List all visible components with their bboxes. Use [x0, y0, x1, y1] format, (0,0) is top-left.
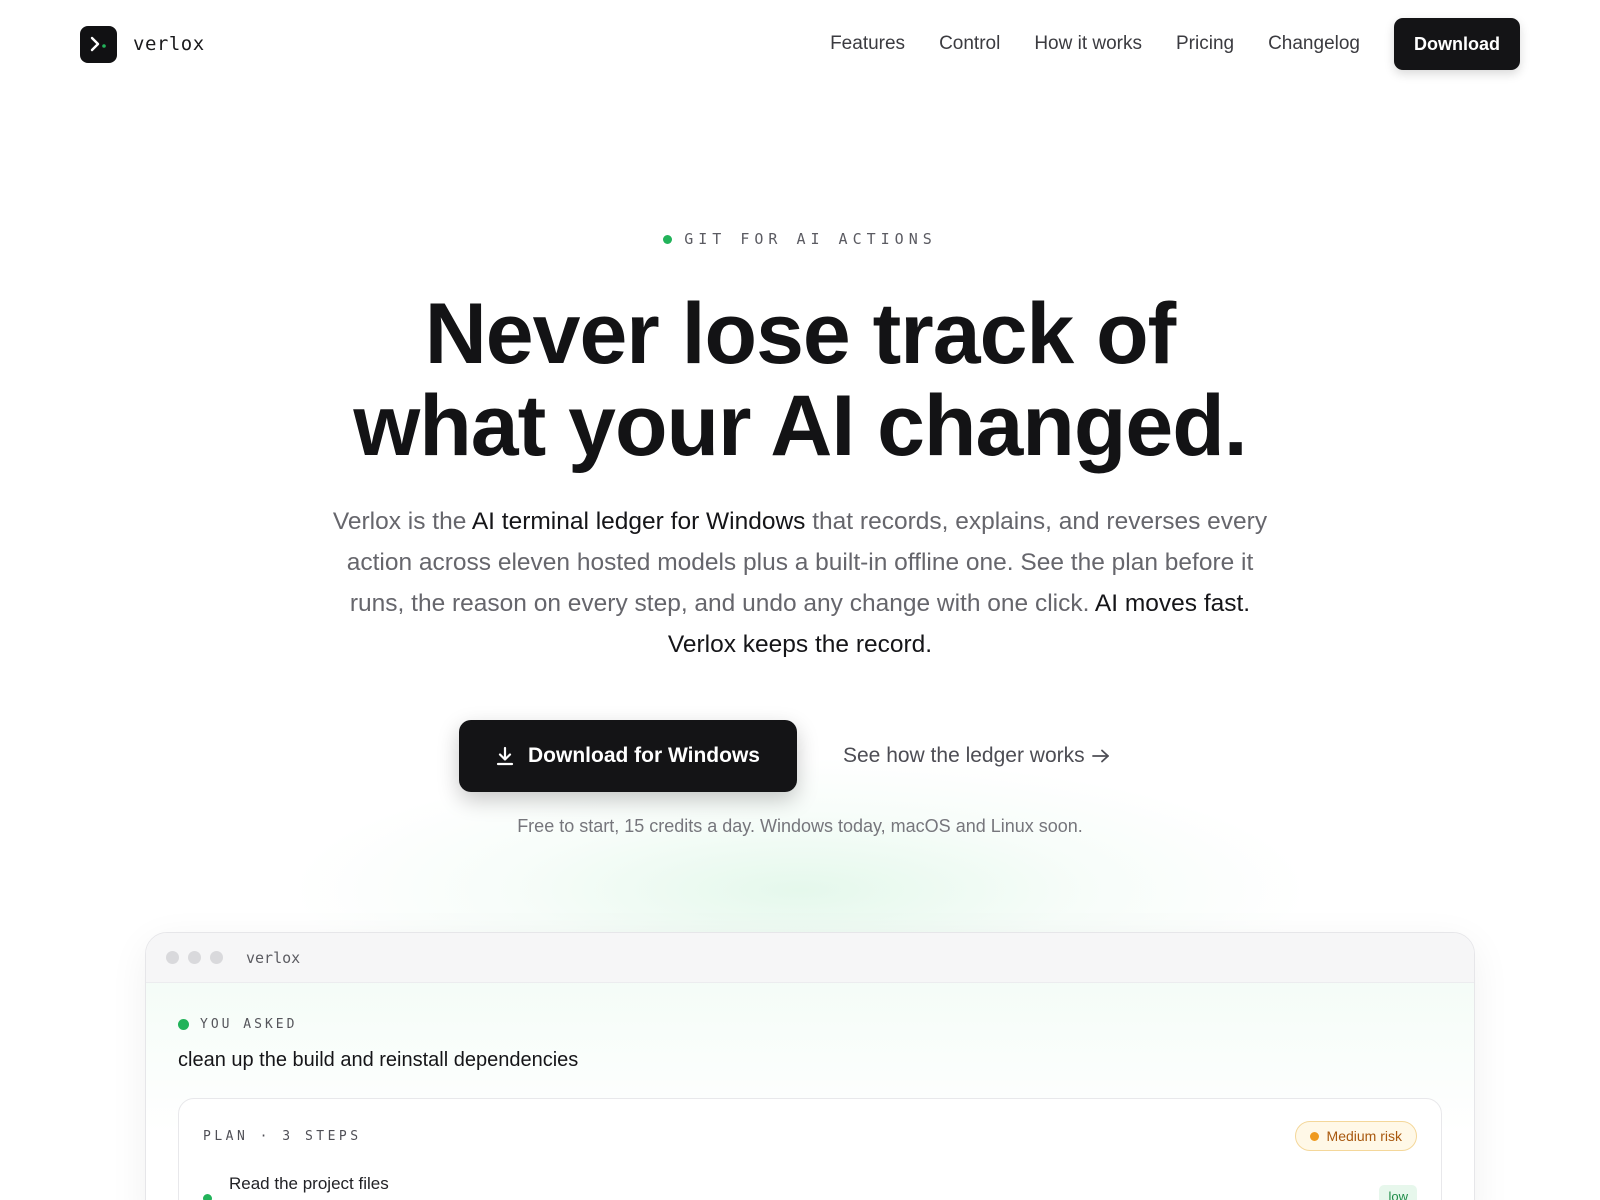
headline-line-1: Never lose track of: [424, 286, 1177, 382]
landing-page: verlox Features Control How it works Pri…: [0, 0, 1600, 1200]
top-nav: verlox Features Control How it works Pri…: [80, 18, 1520, 70]
nav-link-changelog[interactable]: Changelog: [1268, 33, 1360, 55]
you-asked-text: YOU ASKED: [200, 1017, 298, 1032]
eyebrow-text: GIT FOR AI ACTIONS: [684, 230, 937, 248]
risk-badge-label: Medium risk: [1326, 1128, 1402, 1144]
plan-card: PLAN · 3 STEPS Medium risk Read the proj…: [178, 1098, 1442, 1200]
nav-download-button[interactable]: Download: [1394, 18, 1520, 70]
hero-cta-row: Download for Windows See how the ledger …: [0, 720, 1600, 792]
window-titlebar: verlox: [146, 933, 1474, 983]
window-title: verlox: [246, 948, 301, 967]
asked-query: clean up the build and reinstall depende…: [178, 1049, 579, 1071]
plan-label: PLAN · 3 STEPS: [203, 1129, 362, 1144]
brand[interactable]: verlox: [80, 25, 205, 63]
plan-step: Read the project files: [229, 1174, 389, 1193]
risk-dot-icon: [1309, 1131, 1319, 1141]
nav-link-control[interactable]: Control: [939, 33, 1000, 55]
download-icon: [496, 746, 514, 766]
nav-links: Features Control How it works Pricing Ch…: [830, 18, 1520, 70]
hero-subtitle: Verlox is the AI terminal ledger for Win…: [320, 501, 1280, 665]
nav-link-how-it-works[interactable]: How it works: [1034, 33, 1142, 55]
window-body: YOU ASKED clean up the build and reinsta…: [146, 983, 1474, 1200]
step-status-dot-icon: [203, 1194, 212, 1200]
nav-link-pricing[interactable]: Pricing: [1176, 33, 1234, 55]
arrow-right-icon: [1091, 749, 1109, 763]
see-ledger-label: See how the ledger works: [843, 744, 1085, 767]
sub-strong-1: AI terminal ledger for Windows: [471, 508, 806, 535]
status-dot-icon: [663, 234, 673, 244]
risk-badge: Medium risk: [1294, 1121, 1417, 1151]
hero-fine-print: Free to start, 15 credits a day. Windows…: [517, 816, 1083, 836]
see-ledger-link[interactable]: See how the ledger works: [843, 720, 1111, 792]
nav-link-features[interactable]: Features: [830, 33, 905, 55]
window-close-dot-icon: [166, 951, 179, 964]
terminal-prompt-icon: [80, 25, 117, 63]
app-window-preview: verlox YOU ASKED clean up the build and …: [145, 932, 1475, 1200]
download-for-windows-label: Download for Windows: [528, 744, 760, 767]
window-minimize-dot-icon: [188, 951, 201, 964]
sub-text-1: Verlox is the: [332, 508, 472, 535]
you-asked-label: YOU ASKED: [178, 1017, 297, 1032]
hero-eyebrow: GIT FOR AI ACTIONS: [0, 230, 1600, 248]
hero-headline: Never lose track of what your AI changed…: [0, 288, 1600, 472]
step-risk-tag: low: [1379, 1185, 1417, 1200]
window-maximize-dot-icon: [210, 951, 223, 964]
status-dot-icon: [178, 1019, 189, 1030]
headline-line-2: what your AI changed.: [353, 378, 1247, 474]
brand-name: verlox: [133, 33, 205, 55]
download-for-windows-button[interactable]: Download for Windows: [459, 720, 797, 792]
